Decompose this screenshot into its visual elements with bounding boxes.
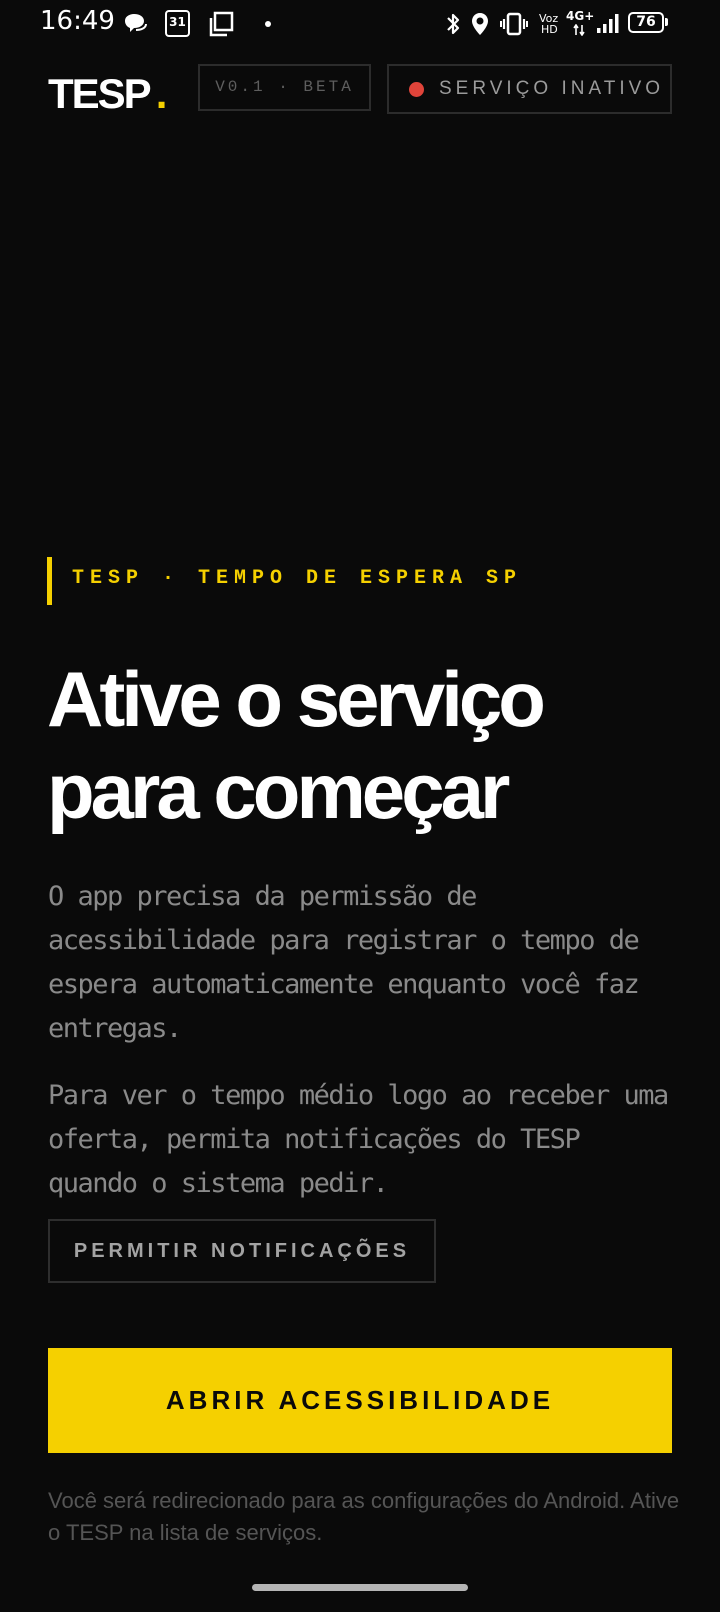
eyebrow-label: TESP · TEMPO DE ESPERA SP bbox=[72, 567, 523, 590]
version-badge: V0.1 · BETA bbox=[198, 64, 371, 111]
service-status-label: SERVIÇO INATIVO bbox=[439, 78, 665, 99]
location-icon bbox=[472, 13, 488, 35]
eyebrow-accent-bar bbox=[47, 557, 52, 605]
redirect-note: Você será redirecionado para as configur… bbox=[48, 1488, 680, 1545]
battery-cap bbox=[665, 18, 668, 26]
service-status-badge: SERVIÇO INATIVO bbox=[387, 64, 672, 114]
network-type: 4G+ bbox=[566, 9, 595, 23]
description-accessibility: O app precisa da permissão de acessibili… bbox=[48, 881, 640, 1044]
status-dot-icon bbox=[409, 82, 424, 97]
data-arrows-icon bbox=[573, 24, 585, 36]
open-accessibility-button[interactable]: ABRIR ACESSIBILIDADE bbox=[48, 1348, 672, 1453]
calendar-day: 31 bbox=[169, 15, 186, 29]
page-title: Ative o serviço para começar bbox=[47, 653, 687, 837]
copy-icon bbox=[209, 11, 234, 37]
vibrate-icon bbox=[500, 12, 528, 36]
app-screen: 16:49 31 Voz HD 4G+ 76 TESP . V0.1 · BET… bbox=[0, 0, 720, 1612]
description-notifications: Para ver o tempo médio logo ao receber u… bbox=[48, 1080, 669, 1199]
status-bar: 16:49 31 Voz HD 4G+ 76 bbox=[0, 0, 720, 50]
brand-logo: TESP. bbox=[48, 70, 168, 118]
gesture-navigation-bar[interactable] bbox=[252, 1584, 468, 1591]
chat-bubble-icon bbox=[125, 14, 147, 32]
battery-level: 76 bbox=[636, 14, 656, 30]
battery-icon: 76 bbox=[628, 12, 664, 33]
title-line-1: Ative o serviço bbox=[47, 655, 546, 743]
allow-notifications-button[interactable]: PERMITIR NOTIFICAÇÕES bbox=[48, 1219, 436, 1283]
brand-dot: . bbox=[155, 70, 168, 117]
signal-icon bbox=[597, 14, 619, 33]
calendar-icon: 31 bbox=[165, 10, 190, 37]
bluetooth-icon bbox=[447, 13, 460, 35]
volte-bottom: HD bbox=[541, 23, 558, 36]
brand-name: TESP bbox=[48, 70, 152, 117]
title-line-2: para começar bbox=[47, 747, 510, 835]
status-time: 16:49 bbox=[40, 6, 115, 36]
dot-icon bbox=[265, 21, 271, 27]
